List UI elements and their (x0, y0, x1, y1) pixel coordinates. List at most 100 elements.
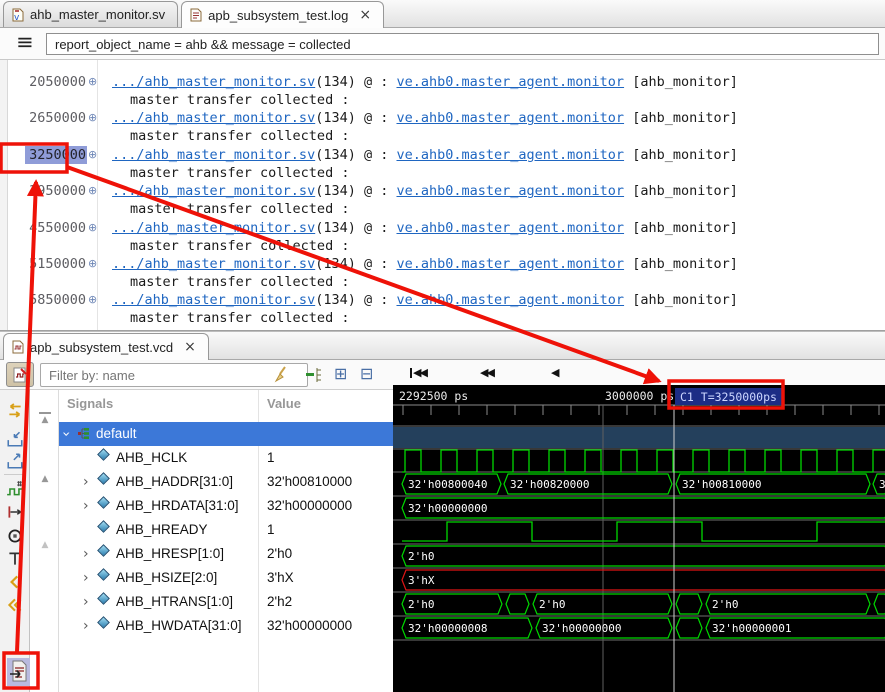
file-link[interactable]: .../ahb_master_monitor.sv (112, 220, 315, 236)
log-timestamp[interactable]: 5850000 (25, 291, 87, 309)
scope-link[interactable]: ve.ahb0.master_agent.monitor (396, 74, 624, 90)
signal-row[interactable]: AHB_HREADY1 (59, 518, 393, 542)
scope-link[interactable]: ve.ahb0.master_agent.monitor (396, 220, 624, 236)
log-entry: 3950000⊕ .../ahb_master_monitor.sv(134) @… (0, 182, 885, 219)
file-link[interactable]: .../ahb_master_monitor.sv (112, 110, 315, 126)
zoom-in-icon[interactable] (6, 430, 24, 448)
collapse-tree-icon[interactable] (304, 365, 324, 390)
chevron-right-icon[interactable]: › (83, 498, 89, 514)
expand-entry-icon[interactable]: ⊕ (88, 257, 97, 270)
expand-entry-icon[interactable]: ⊕ (88, 293, 97, 306)
signal-value: 2'h2 (267, 594, 292, 609)
line-ref: (134) @ : (315, 147, 396, 163)
tab-apb-subsystem-test-log[interactable]: apb_subsystem_test.log × (181, 1, 384, 28)
log-message: master transfer collected : (130, 274, 349, 290)
log-entry: 2650000⊕ .../ahb_master_monitor.sv(134) @… (0, 109, 885, 146)
signal-name: AHB_HSIZE[2:0] (116, 570, 217, 585)
scroll-up-dim-icon[interactable]: ▲ (38, 540, 52, 550)
file-link[interactable]: .../ahb_master_monitor.sv (112, 183, 315, 199)
cursor-tool-icon[interactable] (6, 550, 24, 568)
expand-entry-icon[interactable]: ⊕ (88, 221, 97, 234)
signal-value: 1 (267, 522, 275, 537)
clear-filter-broom-icon[interactable] (272, 365, 290, 390)
log-message: master transfer collected : (130, 238, 349, 254)
scroll-top-icon[interactable]: ▲ (38, 412, 52, 425)
chevron-right-icon[interactable]: › (83, 474, 89, 490)
expand-entry-icon[interactable]: ⊕ (88, 184, 97, 197)
log-view[interactable]: 2050000⊕.../ahb_master_monitor.sv(134) @… (0, 60, 885, 331)
log-timestamp[interactable]: 3950000 (25, 182, 87, 200)
signal-row[interactable]: ›default (59, 422, 393, 446)
signal-row[interactable]: ›AHB_HRESP[1:0]2'h0 (59, 542, 393, 566)
expand-all-icon[interactable]: ⊞ (334, 363, 347, 385)
log-timestamp[interactable]: 4550000 (25, 219, 87, 237)
scroll-up-icon[interactable]: ▲ (38, 474, 52, 484)
signal-row[interactable]: ›AHB_HADDR[31:0]32'h00810000 (59, 470, 393, 494)
tab-ahb-master-monitor-sv[interactable]: v ahb_master_monitor.sv (3, 1, 178, 27)
toolbar-separator (4, 474, 26, 475)
signal-row[interactable]: ›AHB_HTRANS[1:0]2'h2 (59, 590, 393, 614)
scope-link[interactable]: ve.ahb0.master_agent.monitor (396, 147, 624, 163)
prev-page-icon[interactable] (6, 596, 24, 614)
log-timestamp[interactable]: 2050000 (25, 73, 87, 91)
scope-link[interactable]: ve.ahb0.master_agent.monitor (396, 256, 624, 272)
chevron-right-icon[interactable]: › (83, 570, 89, 586)
search-circle-icon[interactable] (6, 527, 24, 545)
zoom-out-icon[interactable] (6, 452, 24, 470)
signals-column-header[interactable]: Signals (67, 396, 113, 411)
collapse-all-icon[interactable]: ⊟ (360, 363, 373, 385)
signal-row[interactable]: ›AHB_HWDATA[31:0]32'h00000000 (59, 614, 393, 638)
measure-icon[interactable] (6, 503, 24, 521)
scope-link[interactable]: ve.ahb0.master_agent.monitor (396, 110, 624, 126)
tab-apb-subsystem-test-vcd[interactable]: apb_subsystem_test.vcd × (3, 333, 209, 360)
close-icon[interactable]: × (184, 340, 196, 354)
fast-backward-icon[interactable]: ◀◀ (480, 366, 493, 379)
signal-filter-input[interactable] (40, 363, 308, 387)
file-link[interactable]: .../ahb_master_monitor.sv (112, 292, 315, 308)
signal-row[interactable]: AHB_HCLK1 (59, 446, 393, 470)
log-filter-input[interactable] (46, 33, 879, 55)
file-link[interactable]: .../ahb_master_monitor.sv (112, 147, 315, 163)
signal-icon (97, 592, 110, 605)
signal-row[interactable]: ›AHB_HRDATA[31:0]32'h00000000 (59, 494, 393, 518)
expand-entry-icon[interactable]: ⊕ (88, 75, 97, 88)
prev-transition-icon[interactable] (6, 573, 24, 591)
goto-start-icon[interactable]: ◀◀ (410, 366, 426, 379)
expand-entry-icon[interactable]: ⊕ (88, 148, 97, 161)
svg-text:32'h00820000: 32'h00820000 (510, 478, 589, 491)
monitor-tag: [ahb_monitor] (624, 256, 738, 272)
svg-text:2'h0: 2'h0 (712, 598, 739, 611)
chevron-right-icon[interactable]: › (83, 594, 89, 610)
step-backward-icon[interactable]: ◀ (551, 366, 557, 379)
menu-icon[interactable]: ≡ (16, 30, 34, 54)
goto-log-icon[interactable] (7, 658, 31, 686)
svg-text:3: 3 (879, 478, 885, 491)
signal-value: 32'h00000000 (267, 618, 352, 633)
line-ref: (134) @ : (315, 183, 396, 199)
log-line: .../ahb_master_monitor.sv(134) @ : ve.ah… (112, 74, 738, 90)
value-column-header[interactable]: Value (267, 396, 301, 411)
chevron-right-icon[interactable]: › (83, 618, 89, 634)
scope-link[interactable]: ve.ahb0.master_agent.monitor (396, 183, 624, 199)
wave-settings-button[interactable] (6, 362, 34, 387)
add-signal-icon[interactable] (6, 480, 24, 498)
zoom-fit-icon[interactable] (6, 402, 24, 420)
line-ref: (134) @ : (315, 292, 396, 308)
file-link[interactable]: .../ahb_master_monitor.sv (112, 256, 315, 272)
log-message: master transfer collected : (130, 92, 349, 108)
signal-row[interactable]: ›AHB_HSIZE[2:0]3'hX (59, 566, 393, 590)
line-ref: (134) @ : (315, 110, 396, 126)
log-timestamp[interactable]: 5150000 (25, 255, 87, 273)
log-entry: 3250000⊕ .../ahb_master_monitor.sv(134) @… (0, 146, 885, 183)
log-timestamp[interactable]: 2650000 (25, 109, 87, 127)
log-line: .../ahb_master_monitor.sv(134) @ : ve.ah… (112, 183, 738, 199)
waveform-canvas[interactable]: 2292500 ps3000000 ps32'h0080004032'h0082… (393, 385, 885, 692)
log-file-icon (190, 8, 202, 22)
file-link[interactable]: .../ahb_master_monitor.sv (112, 74, 315, 90)
log-timestamp[interactable]: 3250000 (25, 146, 87, 164)
close-icon[interactable]: × (359, 8, 371, 22)
chevron-right-icon[interactable]: › (83, 546, 89, 562)
chevron-down-icon[interactable]: › (59, 431, 74, 437)
expand-entry-icon[interactable]: ⊕ (88, 111, 97, 124)
scope-link[interactable]: ve.ahb0.master_agent.monitor (396, 292, 624, 308)
